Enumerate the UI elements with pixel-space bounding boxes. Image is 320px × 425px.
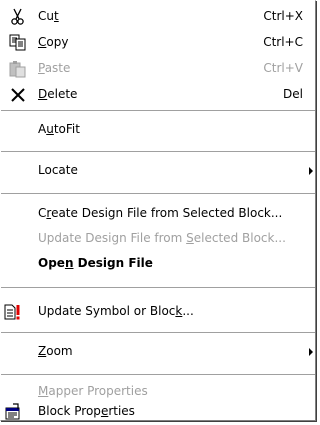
menu-item-delete[interactable]: Delete Del — [1, 81, 315, 107]
menu-item-update-design-file: Update Design File from Selected Block..… — [1, 225, 315, 251]
menu-item-block-properties[interactable]: Block Properties — [1, 398, 315, 424]
menu-item-label: Delete — [38, 87, 78, 101]
menu-item-create-design-file[interactable]: Create Design File from Selected Block..… — [1, 200, 315, 226]
menu-item-shortcut: Ctrl+X — [263, 9, 303, 23]
menu-item-autofit[interactable]: AutoFit — [1, 116, 315, 142]
update-symbol-icon — [4, 304, 20, 320]
menu-item-open-design-file[interactable]: Open Design File — [1, 250, 315, 276]
menu-item-shortcut: Ctrl+V — [263, 61, 303, 75]
menu-item-update-symbol-or-block[interactable]: Update Symbol or Block... — [1, 298, 315, 324]
menu-item-locate[interactable]: Locate — [1, 157, 315, 183]
menu-item-cut[interactable]: Cut Ctrl+X — [1, 3, 315, 29]
menu-separator — [1, 151, 315, 153]
menu-item-label: Zoom — [38, 344, 73, 358]
menu-separator — [1, 332, 315, 334]
copy-icon — [9, 34, 26, 51]
menu-item-label: AutoFit — [38, 122, 80, 136]
menu-item-label: Create Design File from Selected Block..… — [38, 206, 283, 220]
menu-item-label: Update Symbol or Block... — [38, 304, 194, 318]
delete-x-icon — [11, 88, 25, 102]
menu-item-shortcut: Del — [283, 87, 303, 101]
menu-item-zoom[interactable]: Zoom — [1, 338, 315, 364]
menu-item-label: Paste — [38, 61, 71, 75]
submenu-arrow-icon — [309, 348, 313, 356]
menu-item-label: Copy — [38, 35, 69, 49]
menu-separator — [1, 287, 315, 289]
menu-separator — [1, 374, 315, 376]
menu-item-copy[interactable]: Copy Ctrl+C — [1, 29, 315, 55]
menu-item-label: Block Properties — [38, 404, 135, 418]
properties-icon — [5, 403, 20, 420]
menu-item-shortcut: Ctrl+C — [263, 35, 303, 49]
scissors-icon — [11, 8, 24, 25]
context-menu: Cut Ctrl+X Copy Ctrl+C Paste Ctrl+V Dele… — [0, 0, 316, 421]
menu-item-paste: Paste Ctrl+V — [1, 55, 315, 81]
menu-separator — [1, 193, 315, 195]
menu-item-label: Update Design File from Selected Block..… — [38, 231, 286, 245]
menu-separator — [1, 110, 315, 112]
menu-item-label: Cut — [38, 9, 59, 23]
menu-item-label: Open Design File — [38, 256, 153, 270]
menu-item-label: Locate — [38, 163, 78, 177]
submenu-arrow-icon — [309, 167, 313, 175]
paste-icon — [9, 61, 26, 78]
